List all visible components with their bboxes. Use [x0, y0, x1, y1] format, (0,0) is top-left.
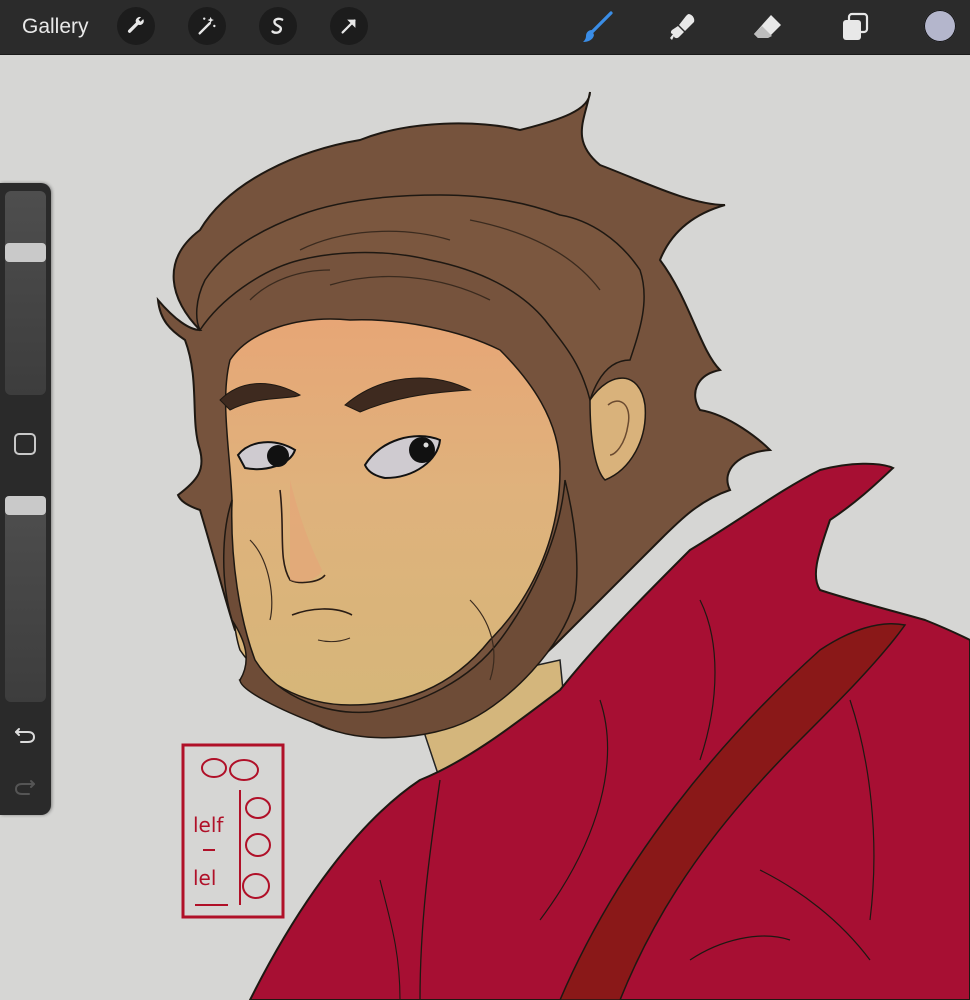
- eraser-tool-button[interactable]: [750, 9, 786, 45]
- signature-stamp: lelf lel: [181, 743, 285, 919]
- top-toolbar: Gallery: [0, 0, 970, 55]
- brush-icon: [583, 11, 613, 42]
- wrench-icon: [127, 16, 144, 33]
- color-picker-button[interactable]: [924, 10, 956, 42]
- drawing-canvas[interactable]: lelf lel: [0, 55, 970, 1000]
- transform-arrow-icon: [341, 19, 356, 34]
- layers-button[interactable]: [837, 9, 873, 45]
- selection-button[interactable]: [259, 7, 297, 45]
- selection-icon: [271, 17, 284, 34]
- actions-button[interactable]: [117, 7, 155, 45]
- undo-icon: [15, 728, 36, 743]
- eraser-icon: [754, 15, 781, 38]
- transform-button[interactable]: [330, 7, 368, 45]
- left-sidebar: [0, 183, 51, 815]
- opacity-slider-thumb[interactable]: [5, 496, 46, 515]
- redo-button[interactable]: [11, 771, 39, 799]
- adjustments-button[interactable]: [188, 7, 226, 45]
- brush-tool-button[interactable]: [580, 9, 616, 45]
- modify-button[interactable]: [14, 433, 36, 455]
- undo-button[interactable]: [11, 719, 39, 747]
- magic-wand-icon: [198, 16, 216, 35]
- layers-icon: [843, 12, 869, 40]
- redo-icon: [14, 780, 35, 795]
- smudge-tool-button[interactable]: [665, 9, 701, 45]
- brush-size-slider[interactable]: [5, 191, 46, 395]
- gallery-button[interactable]: Gallery: [22, 12, 89, 42]
- brush-size-slider-thumb[interactable]: [5, 242, 46, 262]
- artwork: lelf lel: [156, 91, 970, 1000]
- opacity-slider[interactable]: [5, 496, 46, 702]
- smudge-icon: [670, 14, 695, 40]
- svg-text:lel: lel: [193, 866, 216, 890]
- svg-text:lelf: lelf: [193, 813, 224, 837]
